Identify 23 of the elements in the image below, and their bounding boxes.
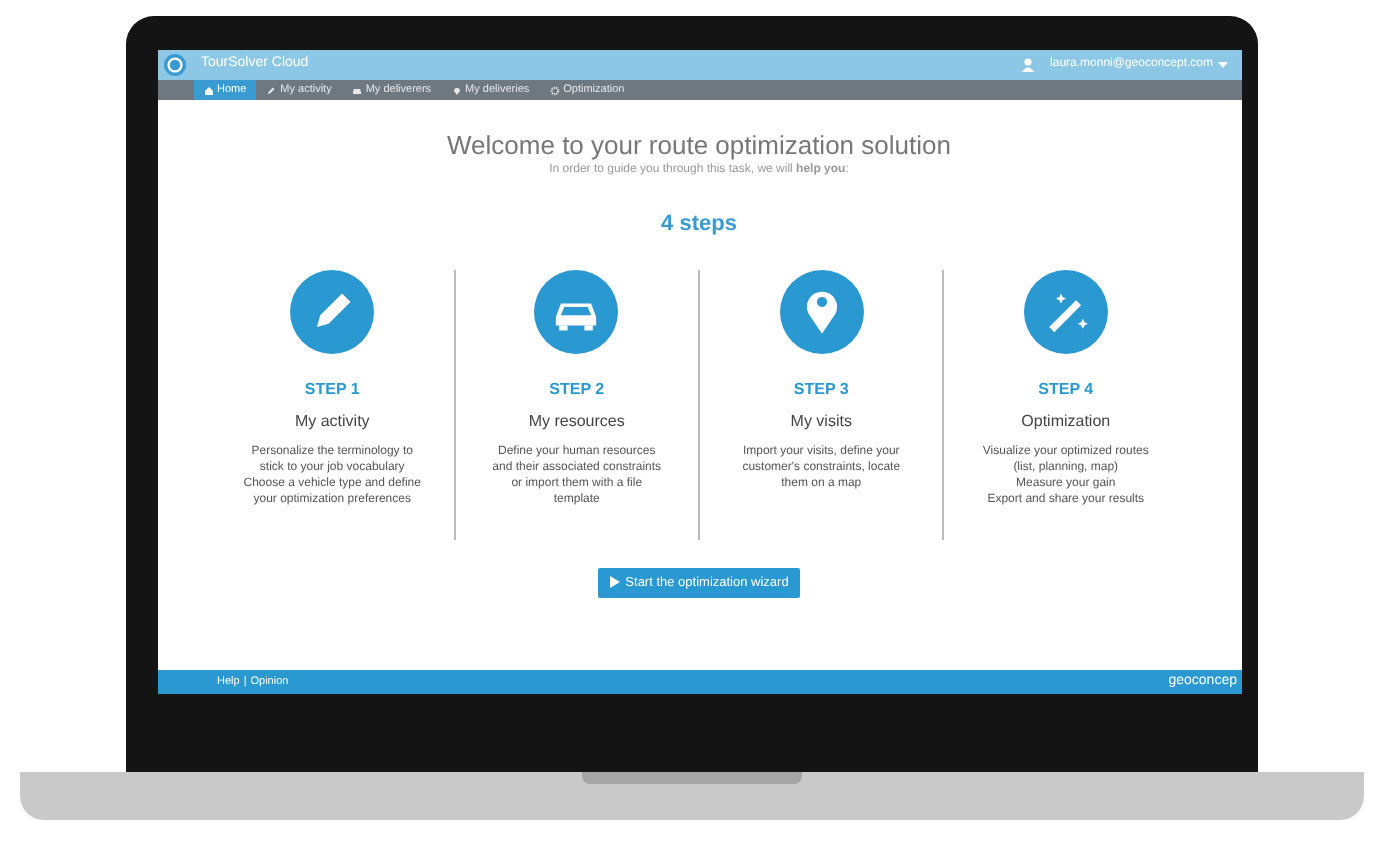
compass-icon <box>163 54 185 76</box>
welcome-heading: Welcome to your route optimization solution <box>447 132 951 158</box>
step-label: STEP 2 <box>549 377 605 401</box>
step-label: STEP 1 <box>304 377 360 401</box>
step-title: My activity <box>294 409 370 433</box>
map-pin-icon <box>779 269 864 353</box>
user-icon <box>1022 58 1035 72</box>
caret-icon <box>1217 62 1227 68</box>
gear-icon <box>549 85 560 95</box>
step-label: STEP 4 <box>1038 377 1094 401</box>
car-icon <box>351 85 362 95</box>
pencil-icon <box>290 269 375 353</box>
home-icon <box>203 85 213 95</box>
step-title: My resources <box>528 409 625 433</box>
steps-count: 4 steps <box>661 210 737 240</box>
pencil-icon <box>266 85 277 95</box>
step-label: STEP 3 <box>793 377 849 401</box>
map-pin-icon <box>451 85 462 95</box>
step-title: My visits <box>790 409 852 433</box>
play-icon <box>609 576 620 589</box>
car-icon <box>534 269 619 353</box>
magic-wand-icon <box>1023 269 1108 353</box>
step-title: Optimization <box>1021 409 1111 433</box>
